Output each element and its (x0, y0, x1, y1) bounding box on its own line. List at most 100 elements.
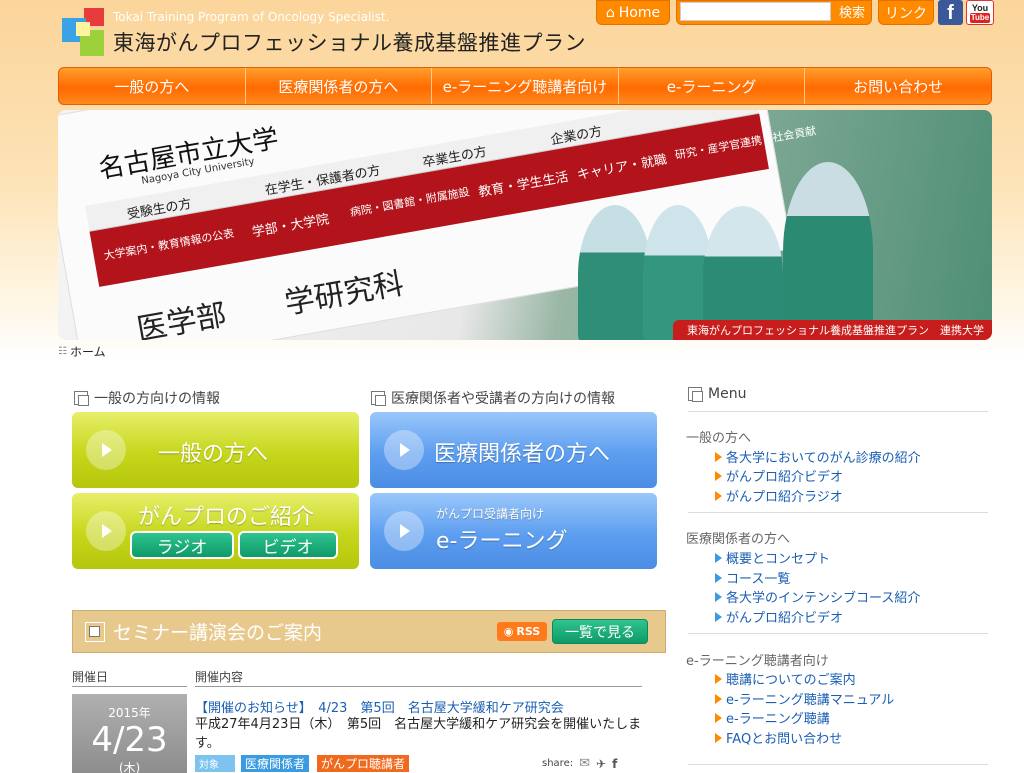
sidebar-divider (688, 512, 988, 513)
intro-button[interactable]: がんプロのご紹介 ラジオ ビデオ (72, 493, 359, 569)
hero-image: 名古屋市立大学 Nagoya City University 受験生の方 在学生… (58, 110, 992, 340)
hero-person (783, 162, 873, 340)
play-icon (86, 511, 126, 551)
sign-red-cell: 学部・大学院 (250, 212, 331, 241)
video-button[interactable]: ビデオ (238, 531, 338, 559)
home-button[interactable]: ⌂ Home (596, 0, 670, 25)
site-logo[interactable] (62, 8, 106, 58)
tag-medical[interactable]: 医療関係者 (241, 755, 310, 772)
event-date: 2015年 4/23 (木) (72, 694, 187, 773)
sidebar-item[interactable]: e-ラーニング聴講マニュアル (715, 689, 894, 708)
event-description: 平成27年4月23日（木） 第5回 名古屋大学緩和ケア研究会を開催いたします。 (195, 717, 642, 751)
facebook-icon[interactable]: f (938, 0, 963, 25)
section-icon (688, 387, 703, 402)
sidebar-item[interactable]: 聴講についてのご案内 (715, 669, 856, 688)
arrow-right-icon (715, 552, 722, 563)
radio-button[interactable]: ラジオ (130, 531, 234, 559)
sidebar-item[interactable]: 各大学のインテンシブコース紹介 (715, 587, 920, 606)
home-icon: ⌂ (605, 4, 615, 21)
sidebar-item[interactable]: e-ラーニング聴講 (715, 708, 830, 727)
medical-info-heading: 医療関係者や受講者の方向けの情報 (371, 388, 615, 408)
rss-label: RSS (516, 625, 541, 638)
sidebar-item-label: コース一覧 (726, 572, 791, 587)
nav-elearning[interactable]: e-ラーニング (619, 68, 806, 104)
sign-red-cell: 教育・学生生活 (477, 169, 570, 201)
twitter-icon[interactable]: ✈ (596, 757, 606, 771)
sign-red-cell: 研究・産学官連携・社会貢献 (674, 124, 818, 162)
tag-ganpro-listener[interactable]: がんプロ聴講者 (317, 755, 410, 772)
sidebar-item[interactable]: FAQとお問い合わせ (715, 728, 842, 747)
main-nav: 一般の方へ 医療関係者の方へ e-ラーニング聴講者向け e-ラーニング お問い合… (58, 67, 992, 105)
share-label: share: (542, 758, 574, 769)
column-divider (195, 686, 642, 687)
sidebar-item-label: がんプロ紹介ビデオ (726, 611, 844, 626)
sidebar-item-label: FAQとお問い合わせ (726, 732, 843, 747)
rss-button[interactable]: ◉ RSS (497, 622, 547, 641)
section-icon (74, 391, 89, 406)
play-icon (384, 430, 424, 470)
arrow-right-icon (715, 591, 722, 602)
elearning-button[interactable]: がんプロ受講者向け e-ラーニング (370, 493, 657, 569)
youtube-icon[interactable]: You Tube (966, 0, 994, 25)
arrow-right-icon (715, 470, 722, 481)
arrow-right-icon (715, 732, 722, 743)
sidebar-heading-text: Menu (708, 386, 747, 402)
sidebar-item-label: 聴講についてのご案内 (726, 673, 856, 688)
sidebar-divider (688, 764, 988, 765)
youtube-you: You (971, 2, 989, 13)
links-button[interactable]: リンク (878, 0, 934, 25)
facebook-share-icon[interactable]: f (612, 757, 617, 771)
medical-button-label: 医療関係者の方へ (434, 442, 611, 467)
search-input[interactable] (680, 2, 831, 21)
column-header-content: 開催内容 (195, 670, 244, 684)
nav-general[interactable]: 一般の方へ (59, 68, 246, 104)
arrow-right-icon (715, 712, 722, 723)
breadcrumb-icon: ☷ (58, 346, 67, 357)
sidebar-group-general: 一般の方へ (686, 431, 752, 446)
event-day: 4/23 (91, 720, 168, 760)
nav-elearning-listeners[interactable]: e-ラーニング聴講者向け (432, 68, 619, 104)
seminar-title: セミナー講演会のご案内 (113, 622, 323, 644)
youtube-tube: Tube (969, 12, 991, 23)
site-title[interactable]: 東海がんプロフェッショナル養成基盤推進プラン (113, 27, 586, 57)
sidebar-item-label: 各大学においてのがん診療の紹介 (726, 451, 921, 466)
logo-yellow-square (76, 22, 90, 36)
arrow-right-icon (715, 451, 722, 462)
general-info-heading: 一般の方向けの情報 (74, 388, 220, 408)
arrow-right-icon (715, 490, 722, 501)
general-button[interactable]: 一般の方へ (72, 412, 359, 488)
sidebar-item-label: がんプロ紹介ビデオ (726, 470, 844, 485)
nav-contact[interactable]: お問い合わせ (805, 68, 991, 104)
play-icon (86, 430, 126, 470)
arrow-right-icon (715, 611, 722, 622)
section-icon (85, 621, 105, 642)
elearning-button-sublabel: がんプロ受講者向け (436, 507, 545, 521)
sidebar-item[interactable]: コース一覧 (715, 568, 790, 587)
sidebar-item-label: e-ラーニング聴講マニュアル (726, 693, 895, 708)
section-icon (371, 391, 386, 406)
sign-red-cell: 病院・図書館・附属施設 (349, 185, 471, 220)
nav-medical[interactable]: 医療関係者の方へ (246, 68, 433, 104)
sign-red-cell: キャリア・就職 (575, 152, 669, 184)
event-title-link[interactable]: 【開催のお知らせ】 4/23 第5回 名古屋大学緩和ケア研究会 (195, 697, 564, 716)
view-list-button[interactable]: 一覧で見る (552, 619, 648, 644)
breadcrumb-home[interactable]: ホーム (70, 343, 106, 360)
sidebar-item-label: e-ラーニング聴講 (726, 712, 830, 727)
sidebar-group-elearning: e-ラーニング聴講者向け (686, 654, 829, 669)
target-label: 対象 (195, 755, 235, 772)
column-header-date: 開催日 (72, 670, 109, 684)
arrow-right-icon (715, 693, 722, 704)
search-button[interactable]: 検索 (834, 2, 870, 21)
sidebar-item[interactable]: がんプロ紹介ビデオ (715, 466, 843, 485)
sidebar-item-label: 各大学のインテンシブコース紹介 (726, 591, 921, 606)
share-bar: share: ✉ ✈ f (542, 756, 617, 771)
play-icon (384, 511, 424, 551)
sidebar-item[interactable]: がんプロ紹介ビデオ (715, 607, 843, 626)
sidebar-item[interactable]: 各大学においてのがん診療の紹介 (715, 447, 921, 466)
mail-icon[interactable]: ✉ (579, 756, 590, 771)
hero-person (578, 205, 652, 340)
sidebar-item[interactable]: 概要とコンセプト (715, 548, 830, 567)
medical-button[interactable]: 医療関係者の方へ (370, 412, 657, 488)
sidebar-item[interactable]: がんプロ紹介ラジオ (715, 486, 843, 505)
sidebar-item-label: がんプロ紹介ラジオ (726, 490, 843, 505)
